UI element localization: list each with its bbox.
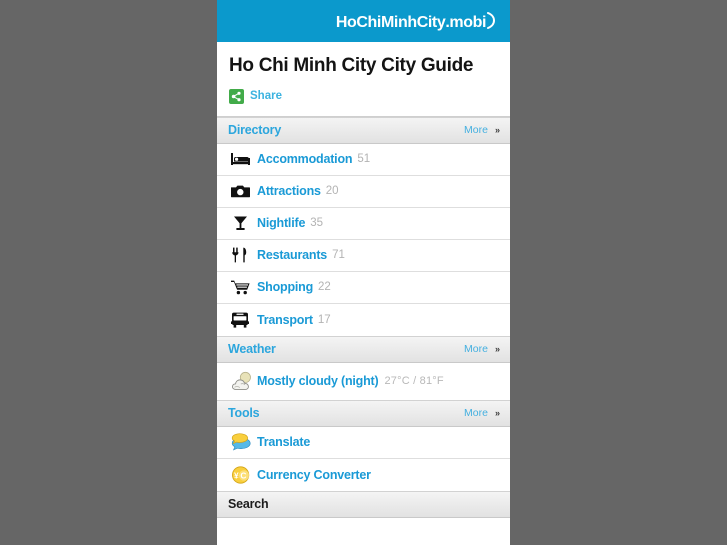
directory-more-link[interactable]: More » bbox=[464, 124, 500, 136]
cutlery-icon bbox=[231, 247, 257, 263]
list-item-label: Transport bbox=[257, 312, 313, 327]
title-block: Ho Chi Minh City City Guide Share bbox=[217, 42, 510, 117]
section-title-weather: Weather bbox=[228, 342, 276, 357]
chevron-right-double-icon: » bbox=[494, 343, 500, 354]
cart-icon bbox=[231, 279, 257, 295]
more-label: More bbox=[464, 124, 488, 137]
list-item-shopping[interactable]: Shopping 22 bbox=[217, 271, 510, 304]
section-title-directory: Directory bbox=[228, 123, 282, 138]
list-item-currency-converter[interactable]: ¥ C Currency Converter bbox=[217, 458, 510, 491]
tools-list: Translate ¥ C Currency Converter bbox=[217, 426, 510, 491]
chevron-right-double-icon: » bbox=[494, 124, 500, 135]
weather-list: Mostly cloudy (night) 27°C / 81°F bbox=[217, 362, 510, 400]
list-item-count: 17 bbox=[317, 313, 331, 326]
list-item-label: Shopping bbox=[257, 280, 314, 295]
list-item-label: Currency Converter bbox=[257, 467, 371, 482]
logo-tld-text: .mobi bbox=[445, 14, 486, 31]
page-title: Ho Chi Minh City City Guide bbox=[229, 55, 474, 76]
swoosh-icon bbox=[487, 12, 498, 29]
share-button[interactable]: Share bbox=[229, 88, 498, 104]
share-icon bbox=[229, 88, 244, 104]
section-title-tools: Tools bbox=[228, 406, 260, 421]
logo-main-text: HoChiMinhCity bbox=[335, 14, 446, 31]
list-item-count: 22 bbox=[318, 281, 331, 294]
list-item-nightlife[interactable]: Nightlife 35 bbox=[217, 207, 510, 240]
more-label: More bbox=[464, 407, 488, 420]
section-header-tools: Tools More » bbox=[217, 399, 510, 427]
directory-list: Accommodation 51 Attractions 20 Nightlif… bbox=[217, 143, 510, 336]
svg-text:¥: ¥ bbox=[234, 470, 239, 480]
section-header-search: Search bbox=[217, 490, 510, 518]
tools-more-link[interactable]: More » bbox=[464, 407, 500, 419]
list-item-label: Nightlife bbox=[257, 216, 306, 231]
list-item-translate[interactable]: Translate bbox=[217, 426, 510, 459]
bed-icon bbox=[231, 152, 257, 166]
list-item-transport[interactable]: Transport 17 bbox=[217, 303, 510, 336]
list-item-count: 71 bbox=[332, 249, 345, 262]
site-header: HoChiMinhCity .mobi bbox=[217, 0, 510, 42]
bus-icon bbox=[231, 312, 257, 328]
svg-text:C: C bbox=[240, 470, 246, 480]
site-logo[interactable]: HoChiMinhCity .mobi bbox=[336, 10, 498, 32]
weather-temperature: 27°C / 81°F bbox=[384, 375, 444, 388]
chevron-right-double-icon: » bbox=[494, 407, 500, 418]
section-header-weather: Weather More » bbox=[217, 335, 510, 363]
list-item-label: Attractions bbox=[257, 184, 321, 199]
list-item-label: Restaurants bbox=[257, 248, 328, 263]
list-item-label: Accommodation bbox=[257, 152, 353, 167]
section-title-search: Search bbox=[228, 497, 269, 512]
cloud-moon-icon bbox=[231, 371, 257, 392]
weather-more-link[interactable]: More » bbox=[464, 343, 500, 355]
section-header-directory: Directory More » bbox=[217, 116, 510, 144]
camera-icon bbox=[231, 184, 257, 198]
list-item-accommodation[interactable]: Accommodation 51 bbox=[217, 143, 510, 176]
translate-icon bbox=[231, 433, 257, 451]
list-item-label: Mostly cloudy (night) bbox=[257, 374, 379, 389]
list-item-weather-current[interactable]: Mostly cloudy (night) 27°C / 81°F bbox=[217, 362, 510, 400]
more-label: More bbox=[464, 343, 488, 356]
list-item-count: 20 bbox=[325, 185, 339, 198]
list-item-count: 51 bbox=[357, 153, 371, 166]
share-label: Share bbox=[250, 90, 282, 103]
list-item-restaurants[interactable]: Restaurants 71 bbox=[217, 239, 510, 272]
list-item-label: Translate bbox=[257, 435, 311, 450]
list-item-attractions[interactable]: Attractions 20 bbox=[217, 175, 510, 208]
list-item-count: 35 bbox=[310, 217, 323, 230]
cocktail-icon bbox=[231, 215, 257, 231]
mobile-page: HoChiMinhCity .mobi Ho Chi Minh City City… bbox=[217, 0, 510, 545]
currency-icon: ¥ C bbox=[231, 466, 257, 484]
